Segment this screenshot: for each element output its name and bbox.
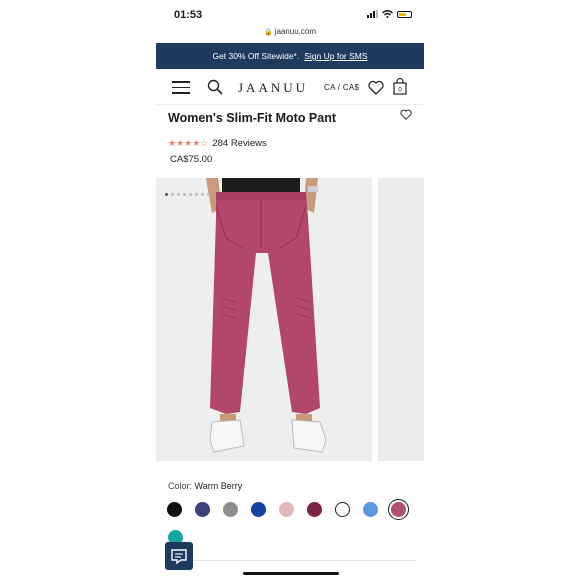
chat-button[interactable] — [165, 542, 193, 570]
color-swatch[interactable] — [223, 502, 238, 517]
search-icon[interactable] — [207, 79, 223, 95]
battery-icon — [397, 10, 412, 18]
gallery-dot[interactable] — [165, 193, 168, 196]
color-swatch[interactable] — [195, 502, 210, 517]
url-bar[interactable]: 🔒 jaanuu.com — [156, 27, 424, 36]
home-indicator — [243, 572, 339, 575]
logo[interactable]: JAANUU — [238, 80, 308, 96]
color-label: Color: Warm Berry — [168, 481, 242, 491]
gallery-dot[interactable] — [183, 193, 186, 196]
sms-signup-link[interactable]: Sign Up for SMS — [304, 51, 367, 61]
product-image[interactable] — [156, 178, 372, 461]
gallery-dot[interactable] — [189, 193, 192, 196]
next-product-image[interactable] — [378, 178, 424, 461]
status-bar: 01:53 — [156, 0, 424, 28]
url-text: jaanuu.com — [274, 27, 317, 36]
color-label-prefix: Color: — [168, 481, 193, 491]
gallery-dot[interactable] — [201, 193, 204, 196]
menu-icon[interactable] — [172, 81, 190, 94]
rating[interactable]: ★★★★☆ 284 Reviews — [168, 138, 267, 149]
status-icons — [367, 10, 412, 18]
star-rating: ★★★★☆ — [168, 138, 209, 148]
selected-color-name: Warm Berry — [194, 481, 243, 491]
svg-text:0: 0 — [398, 88, 402, 94]
bag-icon[interactable]: 0 — [393, 78, 407, 95]
product-title: Women's Slim-Fit Moto Pant — [168, 111, 337, 125]
color-swatch[interactable] — [279, 502, 294, 517]
gallery-dot[interactable] — [177, 193, 180, 196]
promo-banner: Get 30% Off Sitewide*. Sign Up for SMS — [156, 43, 424, 69]
status-time: 01:53 — [174, 9, 203, 21]
product-gallery[interactable] — [156, 178, 424, 461]
gallery-dot[interactable] — [207, 193, 210, 196]
gallery-dot[interactable] — [195, 193, 198, 196]
reviews-link[interactable]: 284 Reviews — [212, 138, 266, 149]
color-swatch[interactable] — [363, 502, 378, 517]
chat-icon — [171, 549, 187, 565]
color-swatch[interactable] — [335, 502, 350, 517]
gallery-dot[interactable] — [171, 193, 174, 196]
phone-screen: 01:53 🔒 jaanuu.com Get 30% Off Sitewide*.… — [156, 0, 424, 580]
wishlist-icon[interactable] — [368, 80, 384, 95]
wifi-icon — [382, 10, 393, 18]
site-header: JAANUU CA / CA$ 0 — [156, 70, 424, 105]
color-swatch[interactable] — [307, 502, 322, 517]
color-swatch[interactable] — [388, 499, 409, 520]
signal-icon — [367, 10, 378, 18]
divider — [164, 560, 416, 561]
pants-illustration — [156, 178, 372, 461]
color-swatches — [167, 499, 409, 520]
promo-text: Get 30% Off Sitewide*. — [212, 51, 300, 61]
color-swatch[interactable] — [251, 502, 266, 517]
heart-icon[interactable] — [400, 109, 412, 120]
color-swatch[interactable] — [167, 502, 182, 517]
lock-icon: 🔒 — [263, 29, 273, 36]
gallery-dots — [165, 193, 210, 196]
product-price: CA$75.00 — [170, 154, 213, 165]
locale-selector[interactable]: CA / CA$ — [324, 83, 359, 92]
